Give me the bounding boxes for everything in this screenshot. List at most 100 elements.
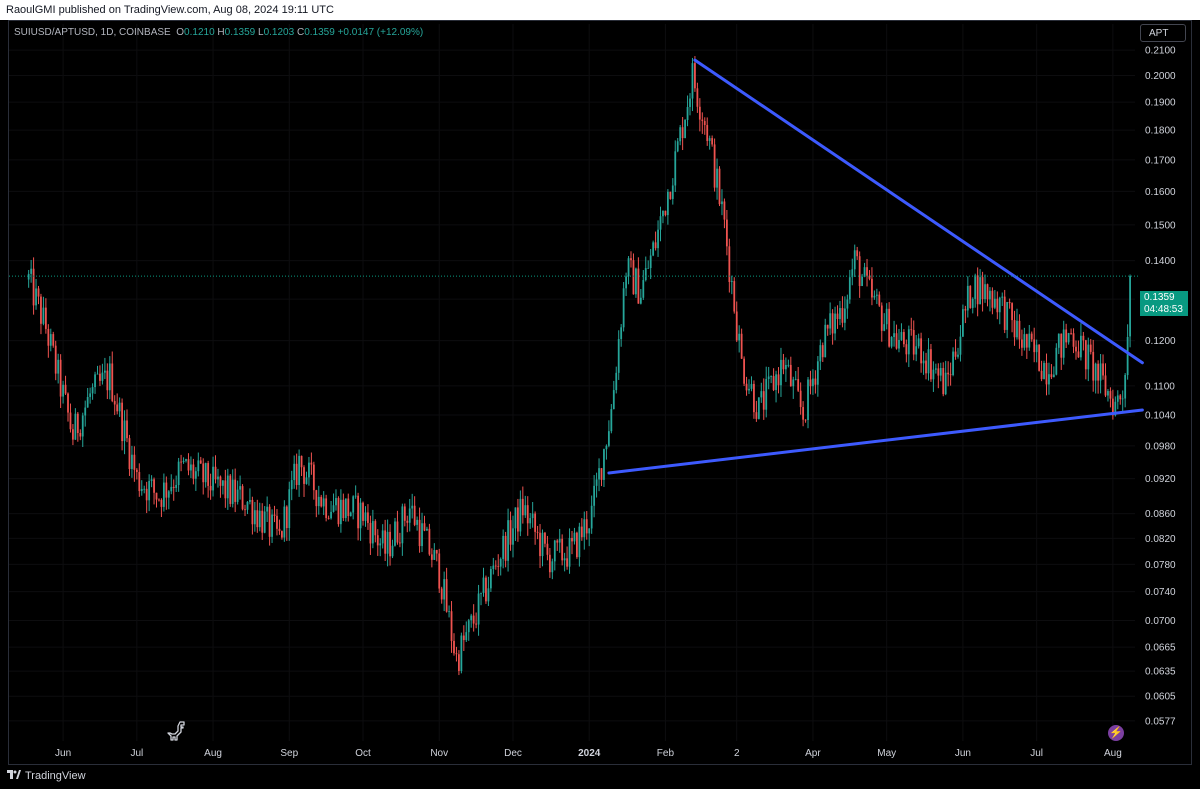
candle-body: [57, 359, 60, 374]
candle-body: [367, 512, 369, 523]
open-label: O: [176, 27, 185, 38]
candle-body: [1119, 395, 1122, 400]
candle-body: [750, 383, 753, 389]
candle-body: [531, 513, 534, 519]
candle-body: [571, 537, 573, 542]
candle-body: [507, 520, 509, 561]
x-tick-label: Sep: [280, 748, 298, 759]
candle-body: [1023, 334, 1026, 348]
x-tick-label: Aug: [204, 748, 222, 759]
candle-body: [942, 368, 945, 395]
y-tick-label: 0.0700: [1145, 616, 1176, 627]
candle-body: [762, 391, 765, 410]
candle-body: [989, 290, 991, 300]
candle-body: [295, 463, 298, 485]
candle-body: [932, 369, 935, 380]
candle-body: [364, 512, 367, 521]
candle-body: [1011, 303, 1013, 321]
candle-body: [905, 344, 908, 355]
candle-body: [458, 654, 460, 671]
candle-body: [603, 449, 605, 480]
candle-body: [175, 484, 178, 488]
candle-body: [69, 412, 72, 430]
candle-body: [716, 168, 718, 188]
candle-body: [1052, 374, 1055, 378]
candle-body: [35, 288, 37, 306]
candle-body: [209, 485, 212, 491]
replay-dino-icon[interactable]: [166, 720, 188, 742]
candle-body: [167, 491, 170, 498]
y-tick-label: 0.2100: [1145, 46, 1176, 57]
candle-body: [293, 463, 296, 481]
candle-body: [681, 127, 684, 139]
candle-body: [839, 308, 841, 320]
candle-body: [708, 138, 711, 141]
candle-body: [207, 463, 210, 486]
candle-body: [384, 530, 387, 554]
candle-body: [1099, 363, 1102, 381]
candle-body: [566, 558, 568, 567]
trendline-upper: [693, 58, 1144, 365]
candle-body: [974, 275, 977, 299]
candle-body: [753, 383, 755, 413]
candle-body: [86, 396, 89, 408]
candle-body: [349, 512, 352, 517]
candle-body: [236, 489, 239, 502]
candle-body: [54, 345, 57, 374]
candle-body: [94, 374, 96, 388]
candle-body: [509, 520, 512, 545]
candle-body: [939, 368, 942, 376]
candle-body: [541, 532, 544, 557]
y-tick-label: 0.1800: [1145, 126, 1176, 137]
last-price-value: 0.1359: [1144, 292, 1175, 303]
price-chart[interactable]: 0.2100 0.2000 0.1900 0.1800 0.1700 0.1600 0.15…: [0, 0, 1200, 789]
y-tick-label: 0.0577: [1145, 716, 1176, 727]
candle-body: [381, 530, 384, 544]
candle-body: [563, 558, 566, 561]
candle-body: [657, 229, 659, 249]
x-tick-label: 2024: [578, 748, 601, 759]
candle-body: [258, 510, 261, 528]
candle-body: [128, 438, 131, 470]
candle-body: [718, 168, 721, 205]
candle-body: [831, 313, 834, 334]
candle-body: [767, 376, 770, 379]
candle-body: [443, 579, 446, 600]
candle-body: [620, 327, 623, 340]
candle-body: [396, 521, 399, 543]
candle-body: [450, 611, 453, 641]
candle-body: [150, 479, 153, 481]
candle-body: [652, 242, 655, 256]
candle-body: [969, 285, 972, 308]
candle-body: [755, 412, 758, 419]
candle-body: [401, 506, 404, 544]
candle-body: [1104, 375, 1107, 396]
candle-body: [615, 372, 618, 391]
candle-body: [821, 345, 824, 358]
candle-body: [1102, 363, 1104, 376]
candle-body: [214, 466, 217, 480]
candle-body: [440, 588, 443, 600]
candle-body: [558, 538, 561, 543]
open-value: 0.1210: [184, 27, 215, 38]
scale-currency-button[interactable]: APT: [1140, 24, 1186, 42]
candle-body: [824, 324, 827, 358]
trendlines: [9, 58, 1144, 475]
candle-body: [1126, 336, 1129, 376]
candle-body: [627, 258, 630, 277]
candle-body: [391, 545, 394, 557]
candle-body: [42, 307, 45, 324]
x-tick-label: Jun: [955, 748, 971, 759]
candle-body: [760, 391, 763, 398]
candle-body: [1084, 340, 1087, 370]
lightning-icon[interactable]: ⚡: [1108, 725, 1124, 741]
candle-body: [403, 506, 406, 521]
candle-body: [947, 372, 950, 375]
candle-body: [317, 496, 320, 507]
candle-body: [711, 138, 714, 145]
candle-body: [1035, 344, 1038, 353]
y-tick-label: 0.0635: [1145, 667, 1176, 678]
candle-body: [160, 499, 163, 507]
candle-body: [585, 519, 588, 534]
candle-body: [465, 632, 468, 641]
